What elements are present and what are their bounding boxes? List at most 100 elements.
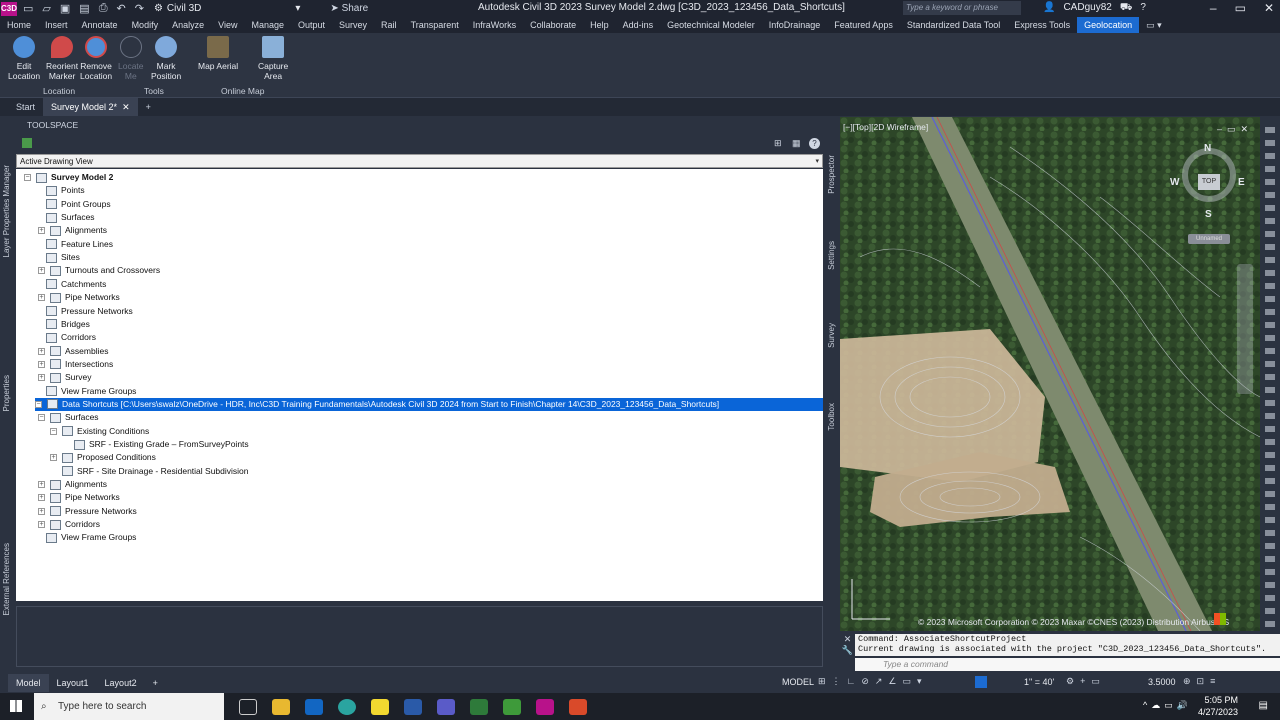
edit-location-button[interactable]: Edit Location xyxy=(8,36,40,81)
tree-item[interactable]: View Frame Groups xyxy=(46,385,136,398)
tree-item[interactable]: Pressure Networks xyxy=(46,305,133,318)
civil3d-green-icon[interactable] xyxy=(503,698,521,715)
tab-view[interactable]: View xyxy=(211,17,244,33)
navigation-bar[interactable] xyxy=(1237,264,1253,394)
expand-icon[interactable]: + xyxy=(38,347,45,355)
tab-express-tools[interactable]: Express Tools xyxy=(1007,17,1077,33)
add-layout-button[interactable]: + xyxy=(145,674,166,692)
edge-icon[interactable] xyxy=(338,698,356,715)
tab-annotate[interactable]: Annotate xyxy=(75,17,125,33)
expand-icon[interactable]: + xyxy=(50,454,57,462)
ucs-menu[interactable]: Unnamed xyxy=(1188,234,1230,244)
mark-position-button[interactable]: Mark Position xyxy=(151,36,181,81)
tree-item[interactable]: + Pipe Networks xyxy=(38,291,120,304)
tree-item[interactable]: Corridors xyxy=(46,331,96,344)
workspace-toggles[interactable]: ⚙+▭ xyxy=(1066,676,1106,687)
user-area[interactable]: 👤 CADguy82 ⛟ ? xyxy=(1043,2,1146,15)
notification-icon[interactable]: ▤ xyxy=(1259,700,1268,711)
tab-home[interactable]: Home xyxy=(0,17,38,33)
viewcube-top[interactable]: TOP xyxy=(1198,174,1220,190)
autocad-icon[interactable] xyxy=(569,698,587,715)
tree-item[interactable]: + Corridors xyxy=(38,518,100,531)
system-tray-icons[interactable]: ^☁▭🔊 xyxy=(1143,700,1192,711)
excel-icon[interactable] xyxy=(470,698,488,715)
command-input[interactable]: Type a command xyxy=(855,658,1280,671)
close-icon[interactable]: ✕ xyxy=(122,102,130,112)
help-icon[interactable]: ? xyxy=(809,138,820,149)
viewport-window-controls[interactable]: – ▭ ✕ xyxy=(1217,124,1248,135)
tab-layout1[interactable]: Layout1 xyxy=(49,674,97,692)
view-select[interactable]: Active Drawing View ▾ xyxy=(16,154,823,168)
tab-output[interactable]: Output xyxy=(291,17,332,33)
tree-item[interactable]: + Proposed Conditions xyxy=(50,451,156,464)
ribbon-options-icon[interactable]: ▭ ▾ xyxy=(1139,17,1169,33)
save-icon[interactable]: ▣ xyxy=(60,2,70,15)
expand-icon[interactable]: + xyxy=(38,507,45,515)
tab-geolocation[interactable]: Geolocation xyxy=(1077,17,1140,33)
tree-item[interactable]: Feature Lines xyxy=(46,238,113,251)
tree-item[interactable]: Surfaces xyxy=(46,211,95,224)
tab-survey-model-2[interactable]: Survey Model 2* ✕ xyxy=(43,98,138,116)
drafting-toggles[interactable]: ⊞⋮∟⊘↗∠▭▾ xyxy=(818,676,928,687)
tab-prospector[interactable]: Prospector xyxy=(827,155,836,194)
tab-geotechnical-modeler[interactable]: Geotechnical Modeler xyxy=(660,17,762,33)
compass-east[interactable]: E xyxy=(1238,177,1245,188)
tab-transparent[interactable]: Transparent xyxy=(404,17,466,33)
new-tab-button[interactable]: + xyxy=(138,98,159,116)
task-view-icon[interactable] xyxy=(239,698,257,715)
collapse-icon[interactable]: − xyxy=(38,414,45,422)
tree-item[interactable]: Bridges xyxy=(46,318,90,331)
locate-me-button[interactable]: Locate Me xyxy=(118,36,144,81)
tab-model[interactable]: Model xyxy=(8,674,49,692)
map-aerial-button[interactable]: Map Aerial xyxy=(198,36,238,71)
taskbar-search-input[interactable]: ⌕ Type here to search xyxy=(34,693,224,720)
tree-item[interactable]: + Survey xyxy=(38,371,91,384)
tree-item[interactable]: + Alignments xyxy=(38,224,107,237)
sticky-notes-icon[interactable] xyxy=(371,698,389,715)
expand-icon[interactable]: + xyxy=(38,481,45,489)
compass-south[interactable]: S xyxy=(1205,209,1212,220)
help-icon[interactable]: ? xyxy=(1140,2,1146,15)
tab-rail[interactable]: Rail xyxy=(374,17,404,33)
compass-north[interactable]: N xyxy=(1204,143,1211,154)
tree-item[interactable]: − Data Shortcuts [C:\Users\swalz\OneDrive… xyxy=(35,397,823,411)
tab-settings[interactable]: Settings xyxy=(827,241,836,270)
tree-item[interactable]: + Intersections xyxy=(38,358,113,371)
expand-icon[interactable]: + xyxy=(38,227,45,235)
file-explorer-icon[interactable] xyxy=(272,698,290,715)
new-icon[interactable]: ▭ xyxy=(23,2,33,15)
app-logo[interactable]: C3D xyxy=(1,1,17,16)
tree-item[interactable]: Points xyxy=(46,184,85,197)
properties-tab[interactable]: Properties xyxy=(2,375,11,411)
tree-item[interactable]: + Pipe Networks xyxy=(38,491,120,504)
tab-collaborate[interactable]: Collaborate xyxy=(523,17,583,33)
teams-icon[interactable] xyxy=(437,698,455,715)
expand-icon[interactable]: + xyxy=(38,360,45,368)
tree-item[interactable]: + Alignments xyxy=(38,478,107,491)
expand-icon[interactable]: + xyxy=(38,267,45,275)
list-icon[interactable]: ▦ xyxy=(792,138,801,149)
word-icon[interactable] xyxy=(404,698,422,715)
tree-item[interactable]: + Assemblies xyxy=(38,345,108,358)
saveas-icon[interactable]: ▤ xyxy=(79,2,89,15)
tree-item[interactable]: Catchments xyxy=(46,278,106,291)
command-line-controls[interactable]: ✕ 🔧 xyxy=(840,634,855,673)
search-input[interactable]: Type a keyword or phrase xyxy=(903,1,1021,15)
prospector-icon[interactable] xyxy=(22,138,32,148)
close-icon[interactable]: ✕ xyxy=(1264,1,1274,15)
tree-item[interactable]: − Survey Model 2 xyxy=(24,171,113,184)
tree-item[interactable]: Sites xyxy=(46,251,80,264)
remove-location-button[interactable]: Remove Location xyxy=(80,36,112,81)
tab-featured-apps[interactable]: Featured Apps xyxy=(827,17,900,33)
tab-toolbox[interactable]: Toolbox xyxy=(827,403,836,431)
tab-standardized-data-tool[interactable]: Standardized Data Tool xyxy=(900,17,1007,33)
civil3d-icon[interactable] xyxy=(536,698,554,715)
expand-icon[interactable]: + xyxy=(38,521,45,529)
expand-icon[interactable]: + xyxy=(38,294,45,302)
collapse-icon[interactable]: − xyxy=(35,400,42,408)
cart-icon[interactable]: ⛟ xyxy=(1120,2,1133,15)
pane-icon[interactable]: ⊞ xyxy=(774,138,782,149)
expand-icon[interactable]: + xyxy=(38,494,45,502)
windows-start-icon[interactable] xyxy=(10,700,22,712)
model-space-indicator[interactable]: MODEL xyxy=(782,677,814,687)
